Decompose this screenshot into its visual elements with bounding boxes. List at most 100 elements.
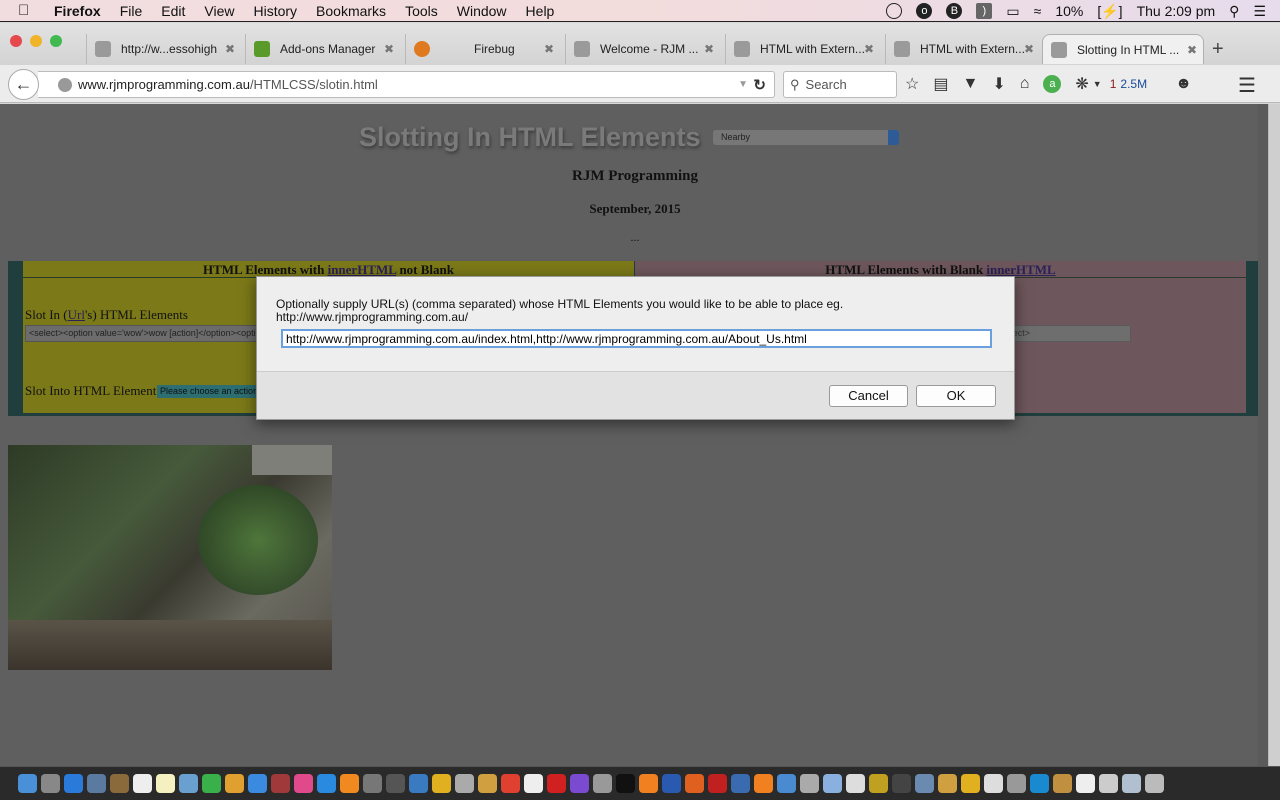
innerhtml-link[interactable]: innerHTML [986,262,1055,277]
innerhtml-link[interactable]: innerHTML [328,262,397,277]
dock-icon-mail[interactable] [915,774,934,793]
dock-icon-maps[interactable] [179,774,198,793]
dock-icon-bluefish[interactable] [662,774,681,793]
audio-status-icon[interactable]: ) [976,3,993,19]
url-link[interactable]: Url [68,307,85,322]
close-tab-icon[interactable]: ✖ [1024,42,1034,56]
tab-3[interactable]: Firebug ✖ [405,34,560,64]
tab-4[interactable]: Welcome - RJM ... ✖ [565,34,720,64]
dock-icon-facetime[interactable] [202,774,221,793]
menu-edit[interactable]: Edit [161,3,185,19]
clock-status-icon[interactable] [886,3,903,19]
menu-file[interactable]: File [120,3,143,19]
back-button[interactable]: ← [8,69,39,100]
dock-icon-launchpad[interactable] [41,774,60,793]
spotlight-search-icon[interactable]: ⚲ [1229,3,1239,20]
close-window-button[interactable] [10,35,22,47]
dock-icon-preview[interactable] [87,774,106,793]
battery-icon[interactable]: [⚡] [1097,3,1122,20]
reload-icon[interactable]: ↻ [753,76,766,94]
dock-icon-printer[interactable] [892,774,911,793]
menu-help[interactable]: Help [526,3,555,19]
dock-icon-filezilla[interactable] [708,774,727,793]
dock-icon-document[interactable] [984,774,1003,793]
dock-icon-gimp[interactable] [386,774,405,793]
dock-icon-app-store[interactable] [317,774,336,793]
dock-icon-safari[interactable] [64,774,83,793]
tab-5[interactable]: HTML with Extern... ✖ [725,34,880,64]
dock-icon-itunes[interactable] [294,774,313,793]
dock-icon-screen-sharing[interactable] [777,774,796,793]
menu-bookmarks[interactable]: Bookmarks [316,3,386,19]
home-icon[interactable]: ⌂ [1020,75,1030,93]
close-tab-icon[interactable]: ✖ [225,42,235,56]
menu-tools[interactable]: Tools [405,3,438,19]
ok-button[interactable]: OK [916,385,996,407]
dock-icon-finder[interactable] [18,774,37,793]
menu-history[interactable]: History [253,3,297,19]
dock-icon-opera[interactable] [547,774,566,793]
dock-icon-system-preferences[interactable] [363,774,382,793]
dock-icon-textedit[interactable] [524,774,543,793]
dock-icon-pages[interactable] [938,774,957,793]
dock-icon-skype[interactable] [1030,774,1049,793]
close-tab-icon[interactable]: ✖ [1187,43,1197,57]
dock-icon-xcode[interactable] [409,774,428,793]
url-bar[interactable]: www.rjmprogramming.com.au/HTMLCSS/slotin… [38,71,775,98]
memory-badge[interactable]: 1 2.5M [1110,77,1161,91]
dock-icon-documents[interactable] [1076,774,1095,793]
dock-icon-downloads[interactable] [1053,774,1072,793]
dock-icon-migration[interactable] [455,774,474,793]
reading-list-icon[interactable]: ▤ [933,74,948,94]
addon-green-icon[interactable]: a [1043,75,1062,93]
tab-1[interactable]: http://w...essohigh ✖ [86,34,241,64]
dock-icon-firefox[interactable] [685,774,704,793]
dock-icon-messages[interactable] [248,774,267,793]
tab-2[interactable]: Add-ons Manager ✖ [245,34,400,64]
dock-icon-script-editor[interactable] [846,774,865,793]
opera-status-icon[interactable]: o [916,3,933,19]
dock-icon-calendar[interactable] [133,774,152,793]
chat-icon[interactable]: ☻ [1175,75,1192,93]
search-input[interactable]: ⚲ Search [783,71,897,98]
dock-icon-package[interactable] [823,774,842,793]
clock[interactable]: Thu 2:09 pm [1137,3,1216,19]
vertical-scrollbar[interactable] [1268,104,1280,766]
downloads-icon[interactable]: ⬇ [992,74,1005,94]
menu-view[interactable]: View [204,3,234,19]
dock-icon-stack[interactable] [1122,774,1141,793]
dock-icon-games[interactable] [869,774,888,793]
minimize-window-button[interactable] [30,35,42,47]
close-tab-icon[interactable]: ✖ [384,42,394,56]
firebug-toolbar-icon[interactable]: ❋ [1075,74,1088,94]
dock-icon-photo-booth[interactable] [271,774,290,793]
close-tab-icon[interactable]: ✖ [544,42,554,56]
nearby-select[interactable]: Nearby [712,130,899,145]
firebug-dropdown-icon[interactable]: ▼ [1093,79,1102,89]
cancel-button[interactable]: Cancel [829,385,908,407]
dock-icon-disk-utility[interactable] [1007,774,1026,793]
zoom-window-button[interactable] [50,35,62,47]
new-tab-button[interactable]: + [1212,38,1224,61]
dock-icon-chrome[interactable] [501,774,520,793]
close-tab-icon[interactable]: ✖ [704,42,714,56]
dock-icon-contacts[interactable] [110,774,129,793]
prompt-url-input[interactable] [281,329,992,348]
menu-window[interactable]: Window [457,3,507,19]
dock-icon-image-capture[interactable] [593,774,612,793]
dock-icon-help[interactable] [800,774,819,793]
dock-icon-imovie[interactable] [570,774,589,793]
dock-icon-wordpress[interactable] [432,774,451,793]
dock-icon-pages[interactable] [478,774,497,793]
dock-icon-avast[interactable] [639,774,658,793]
wifi-icon[interactable]: ≈ [1034,3,1042,19]
dock-icon-vlc[interactable] [754,774,773,793]
dock-icon-ibooks[interactable] [340,774,359,793]
dock-icon-photos[interactable] [225,774,244,793]
hamburger-menu-icon[interactable]: ☰ [1238,73,1256,98]
tab-6[interactable]: HTML with Extern... ✖ [885,34,1040,64]
bookmark-star-icon[interactable]: ☆ [905,74,919,94]
pocket-icon[interactable]: ▼ [962,75,978,93]
bluefish-status-icon[interactable]: B [946,3,963,19]
notification-center-icon[interactable]: ☰ [1253,3,1266,20]
